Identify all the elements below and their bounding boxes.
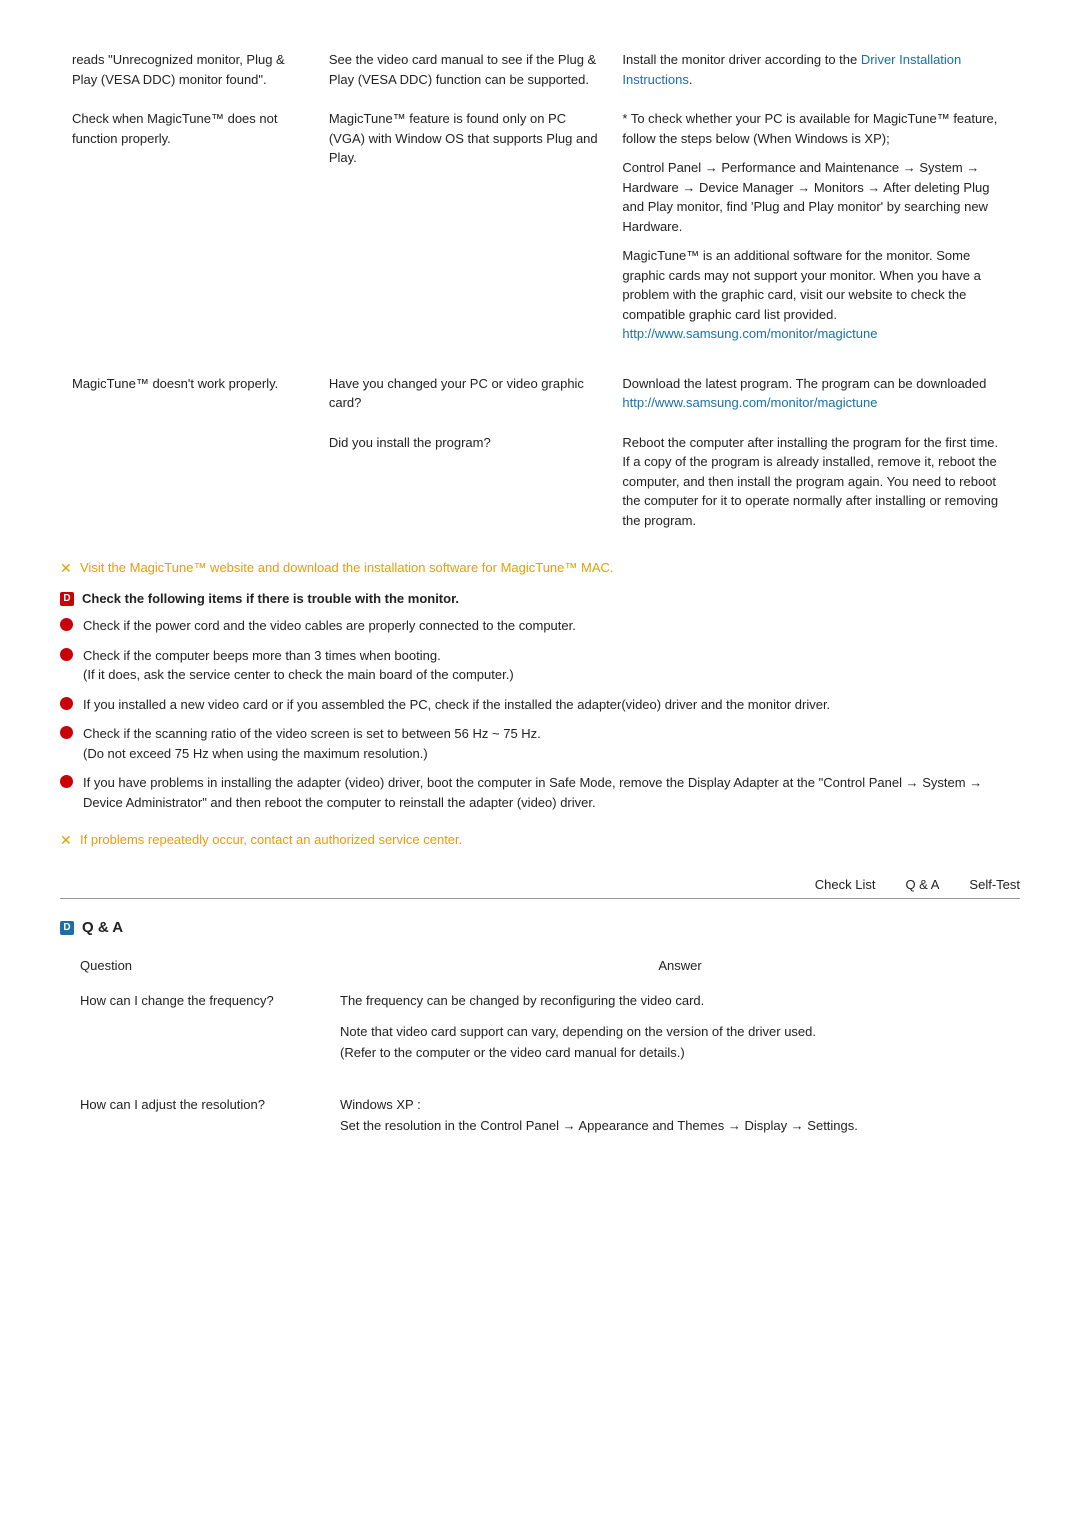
table-row: How can I change the frequency? The freq… (60, 983, 1020, 1071)
cause-cell: See the video card manual to see if the … (317, 40, 611, 99)
x-icon: ✕ (60, 560, 74, 577)
symptom-cell: Check when MagicTune™ does not function … (60, 99, 317, 364)
qa-answer: Windows XP : Set the resolution in the C… (340, 1087, 1020, 1145)
qa-table: Question Answer How can I change the fre… (60, 952, 1020, 1145)
qa-question: How can I change the frequency? (60, 983, 340, 1071)
cause-cell: Have you changed your PC or video graphi… (317, 364, 611, 423)
tab-selftest[interactable]: Self-Test (969, 877, 1020, 894)
table-row: How can I adjust the resolution? Windows… (60, 1087, 1020, 1145)
tab-qa[interactable]: Q & A (905, 877, 939, 894)
bullet-icon (60, 697, 73, 710)
nav-tabs: Check List Q & A Self-Test (60, 877, 1020, 899)
list-item: Check if the scanning ratio of the video… (60, 724, 1020, 763)
tab-checklist[interactable]: Check List (815, 877, 876, 894)
qa-col-question: Question (60, 952, 340, 983)
bullet-icon (60, 618, 73, 631)
qa-icon: D (60, 921, 74, 935)
list-item: If you installed a new video card or if … (60, 695, 1020, 715)
qa-row-gap (60, 1071, 1020, 1087)
qa-col-answer: Answer (340, 952, 1020, 983)
qa-header: D Q & A (60, 919, 1020, 936)
symptom-cell: reads "Unrecognized monitor, Plug & Play… (60, 40, 317, 99)
bullet-icon (60, 726, 73, 739)
list-item: If you have problems in installing the a… (60, 773, 1020, 812)
trouble-table: reads "Unrecognized monitor, Plug & Play… (60, 40, 1020, 540)
table-row: Check when MagicTune™ does not function … (60, 99, 1020, 364)
solution-cell: Install the monitor driver according to … (610, 40, 1020, 99)
bullet-icon (60, 775, 73, 788)
table-row: reads "Unrecognized monitor, Plug & Play… (60, 40, 1020, 99)
cause-cell: Did you install the program? (317, 423, 611, 541)
bullet-icon (60, 648, 73, 661)
cause-cell: MagicTune™ feature is found only on PC (… (317, 99, 611, 364)
note-magictune: ✕ Visit the MagicTune™ website and downl… (60, 560, 1020, 577)
symptom-cell: MagicTune™ doesn't work properly. (60, 364, 317, 541)
qa-answer: The frequency can be changed by reconfig… (340, 983, 1020, 1071)
checklist: Check if the power cord and the video ca… (60, 616, 1020, 812)
note-problems: ✕ If problems repeatedly occur, contact … (60, 832, 1020, 849)
list-item: Check if the power cord and the video ca… (60, 616, 1020, 636)
solution-cell: Download the latest program. The program… (610, 364, 1020, 423)
magictune-link-2[interactable]: http://www.samsung.com/monitor/magictune (622, 395, 877, 410)
magictune-link-1[interactable]: http://www.samsung.com/monitor/magictune (622, 326, 877, 341)
x-icon-2: ✕ (60, 832, 74, 849)
table-row: MagicTune™ doesn't work properly. Have y… (60, 364, 1020, 423)
check-header: D Check the following items if there is … (60, 591, 1020, 606)
solution-cell: * To check whether your PC is available … (610, 99, 1020, 364)
list-item: Check if the computer beeps more than 3 … (60, 646, 1020, 685)
qa-table-header-row: Question Answer (60, 952, 1020, 983)
driver-instructions-link[interactable]: Driver Installation Instructions (622, 52, 961, 87)
d-icon: D (60, 592, 74, 606)
qa-question: How can I adjust the resolution? (60, 1087, 340, 1145)
solution-cell: Reboot the computer after installing the… (610, 423, 1020, 541)
